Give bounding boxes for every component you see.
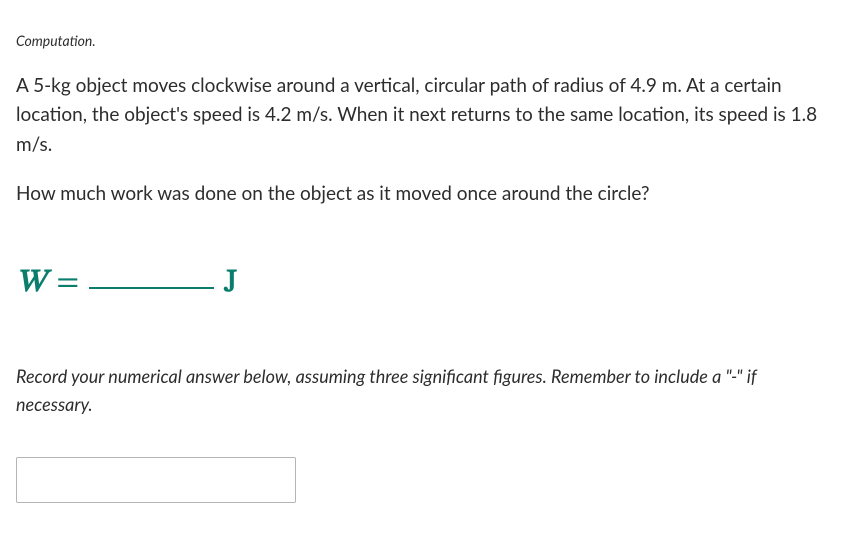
equation-unit: J — [224, 263, 237, 303]
equation-display: W = J — [16, 259, 827, 303]
equation-equals: = — [56, 263, 79, 303]
equation-variable: W — [16, 263, 46, 303]
answer-instructions: Record your numerical answer below, assu… — [16, 363, 827, 419]
answer-input[interactable] — [16, 457, 296, 503]
question-prompt: How much work was done on the object as … — [16, 179, 827, 208]
problem-statement: A 5-kg object moves clockwise around a v… — [16, 71, 827, 159]
equation-blank — [89, 257, 214, 289]
computation-label: Computation. — [16, 32, 827, 49]
